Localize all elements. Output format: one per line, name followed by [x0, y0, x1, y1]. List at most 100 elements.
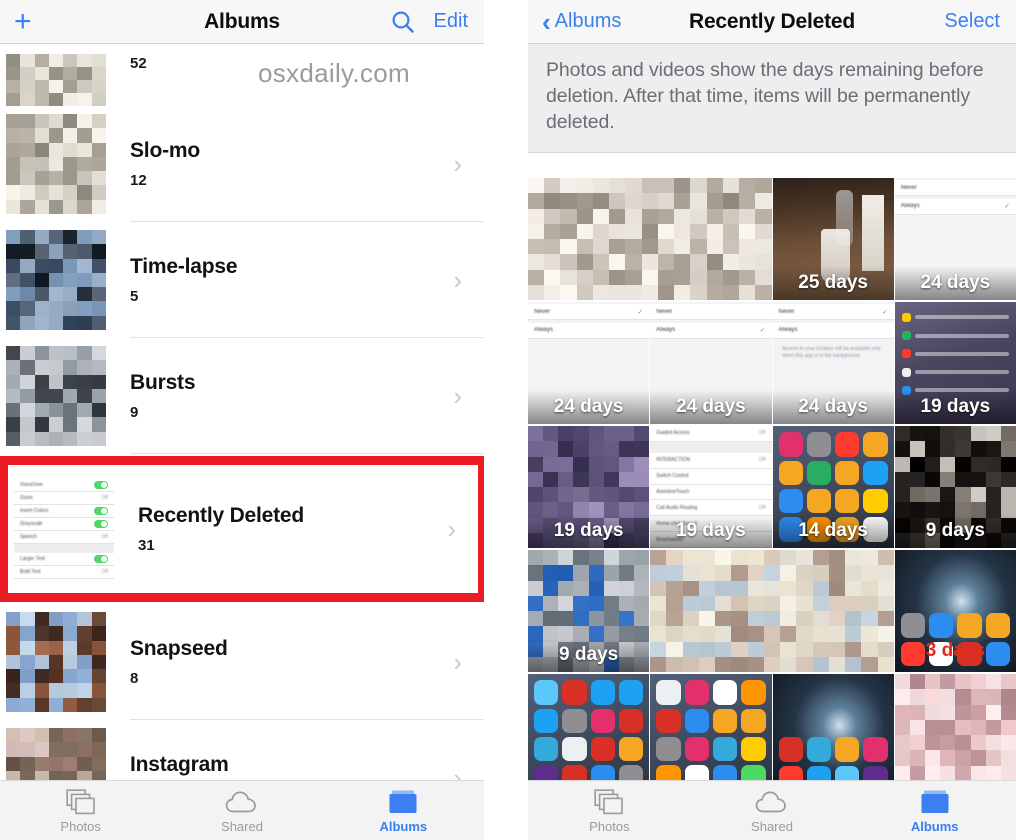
album-thumbnail — [6, 728, 106, 780]
album-thumbnail — [6, 54, 106, 106]
album-name: Recently Deleted — [138, 504, 305, 527]
deleted-photos-grid[interactable]: 25 days Never Always ✓ 24 days Never ✓ Always 24… — [528, 178, 1016, 780]
days-remaining-label: 3 days — [925, 640, 985, 661]
deletion-notice: Photos and videos show the days remainin… — [528, 44, 1016, 153]
album-row[interactable]: Snapseed 8 › — [0, 604, 484, 720]
chevron-right-icon: › — [453, 264, 462, 295]
album-row-recently-deleted[interactable]: VoiceOver Zoom Off Invert Colors Grayscale Sp… — [8, 465, 478, 593]
tab-albums[interactable]: Albums — [853, 788, 1016, 834]
album-count: 31 — [138, 537, 155, 554]
chevron-right-icon: › — [453, 646, 462, 677]
deleted-photo-cell[interactable]: 25 days — [772, 178, 894, 300]
deleted-photo-cell[interactable] — [528, 674, 650, 780]
dual-phone-screenshot: + Albums Edit 52 Slo-mo 12 › Time-lapse 5 › Bur… — [0, 0, 1016, 840]
album-name: Snapseed — [130, 636, 228, 660]
tab-label: Photos — [60, 818, 101, 834]
album-row[interactable]: 52 — [0, 44, 484, 106]
album-row[interactable]: Slo-mo 12 › — [0, 106, 484, 222]
deleted-photo-cell[interactable] — [650, 550, 894, 672]
tab-label: Shared — [751, 818, 793, 834]
days-remaining-label: 24 days — [528, 390, 650, 424]
album-name: Bursts — [130, 370, 196, 394]
album-thumbnail — [6, 612, 106, 712]
left-navbar: + Albums Edit — [0, 0, 484, 44]
search-icon[interactable] — [390, 9, 416, 35]
album-count: 5 — [130, 287, 139, 305]
tab-label: Albums — [379, 818, 428, 834]
album-text-block: 52 — [130, 44, 484, 106]
add-album-button[interactable]: + — [0, 6, 32, 37]
deleted-photo-cell[interactable] — [894, 674, 1016, 780]
days-remaining-label: 14 days — [772, 514, 894, 548]
album-count: 8 — [130, 669, 139, 687]
chevron-right-icon: › — [453, 380, 462, 411]
album-thumbnail — [6, 114, 106, 214]
deleted-photo-cell[interactable]: 3 days — [894, 550, 1016, 672]
albums-list[interactable]: 52 Slo-mo 12 › Time-lapse 5 › Bursts 9 › VoiceOver… — [0, 44, 484, 780]
album-text-block: Bursts 9 › — [130, 338, 484, 454]
albums-folder-icon — [920, 788, 950, 816]
album-row[interactable]: Time-lapse 5 › — [0, 222, 484, 338]
album-text-block: Snapseed 8 › — [130, 604, 484, 720]
albums-folder-icon — [388, 788, 418, 816]
chevron-right-icon: › — [447, 514, 456, 544]
right-phone-recently-deleted-screen: ‹ Albums Recently Deleted Select Photos … — [528, 0, 1016, 840]
tab-label: Photos — [589, 818, 630, 834]
tab-photos[interactable]: Photos — [0, 788, 161, 834]
days-remaining-label: 19 days — [528, 514, 650, 548]
days-remaining-label: 19 days — [894, 390, 1016, 424]
days-remaining-label: 19 days — [650, 514, 772, 548]
highlight-annotation-box: VoiceOver Zoom Off Invert Colors Grayscale Sp… — [0, 456, 484, 602]
album-row[interactable]: Bursts 9 › — [0, 338, 484, 454]
album-thumbnail: VoiceOver Zoom Off Invert Colors Grayscale Sp… — [14, 479, 114, 579]
panel-gap — [484, 0, 528, 840]
album-name: Instagram — [130, 752, 229, 776]
deleted-photo-cell[interactable]: 19 days — [528, 426, 650, 548]
left-tab-bar[interactable]: Photos Shared Albums — [0, 780, 484, 840]
cloud-icon — [225, 788, 259, 816]
deleted-photo-cell[interactable]: Never ✓ Always 24 days — [528, 302, 650, 424]
days-remaining-label: 25 days — [772, 266, 894, 300]
deleted-photo-cell[interactable]: Guided Access Off INTERACTION Off Switch Con… — [650, 426, 772, 548]
photos-stack-icon — [66, 788, 96, 816]
select-button[interactable]: Select — [944, 10, 1000, 33]
album-row[interactable]: Instagram76› — [0, 720, 484, 780]
deleted-photo-cell[interactable]: Never Always ✓ 24 days — [650, 302, 772, 424]
photos-stack-icon — [594, 788, 624, 816]
edit-button[interactable]: Edit — [434, 10, 468, 33]
album-text-block: Recently Deleted 31 › — [138, 465, 478, 593]
tab-photos[interactable]: Photos — [528, 788, 691, 834]
right-tab-bar[interactable]: Photos Shared Albums — [528, 780, 1016, 840]
deleted-photo-cell[interactable]: 14 days — [772, 426, 894, 548]
album-count: 12 — [130, 171, 147, 189]
tab-shared[interactable]: Shared — [691, 788, 854, 834]
back-label[interactable]: Albums — [555, 10, 622, 33]
deleted-photo-cell[interactable] — [772, 674, 894, 780]
tab-shared[interactable]: Shared — [161, 788, 322, 834]
tab-albums[interactable]: Albums — [323, 788, 484, 834]
deleted-photo-cell[interactable]: 9 days — [528, 550, 650, 672]
deleted-photo-cell[interactable] — [650, 674, 772, 780]
album-name: Time-lapse — [130, 254, 238, 278]
days-remaining-label: 24 days — [894, 266, 1016, 300]
album-text-block: Slo-mo 12 › — [130, 106, 484, 222]
chevron-left-icon[interactable]: ‹ — [542, 9, 551, 35]
plus-icon[interactable]: + — [14, 6, 32, 37]
deleted-photo-cell[interactable]: 19 days — [894, 302, 1016, 424]
days-remaining-label: 24 days — [772, 390, 894, 424]
deleted-photo-cell[interactable] — [528, 178, 772, 300]
deleted-photo-cell[interactable]: Never Always ✓ 24 days — [894, 178, 1016, 300]
tab-label: Shared — [221, 818, 263, 834]
deleted-photo-cell[interactable]: Never ✓ Always Access to your location will… — [772, 302, 894, 424]
panel-gap-bottom — [484, 780, 528, 840]
days-remaining-label: 9 days — [894, 514, 1016, 548]
album-text-block: Time-lapse 5 › — [130, 222, 484, 338]
album-count: 9 — [130, 403, 139, 421]
right-navbar: ‹ Albums Recently Deleted Select — [528, 0, 1016, 44]
album-name: Slo-mo — [130, 138, 200, 162]
back-to-albums-button[interactable]: ‹ Albums — [528, 9, 621, 35]
album-text-block: Instagram76› — [130, 720, 484, 781]
chevron-right-icon: › — [453, 148, 462, 179]
deleted-photo-cell[interactable]: 9 days — [894, 426, 1016, 548]
days-remaining-label: 24 days — [650, 390, 772, 424]
